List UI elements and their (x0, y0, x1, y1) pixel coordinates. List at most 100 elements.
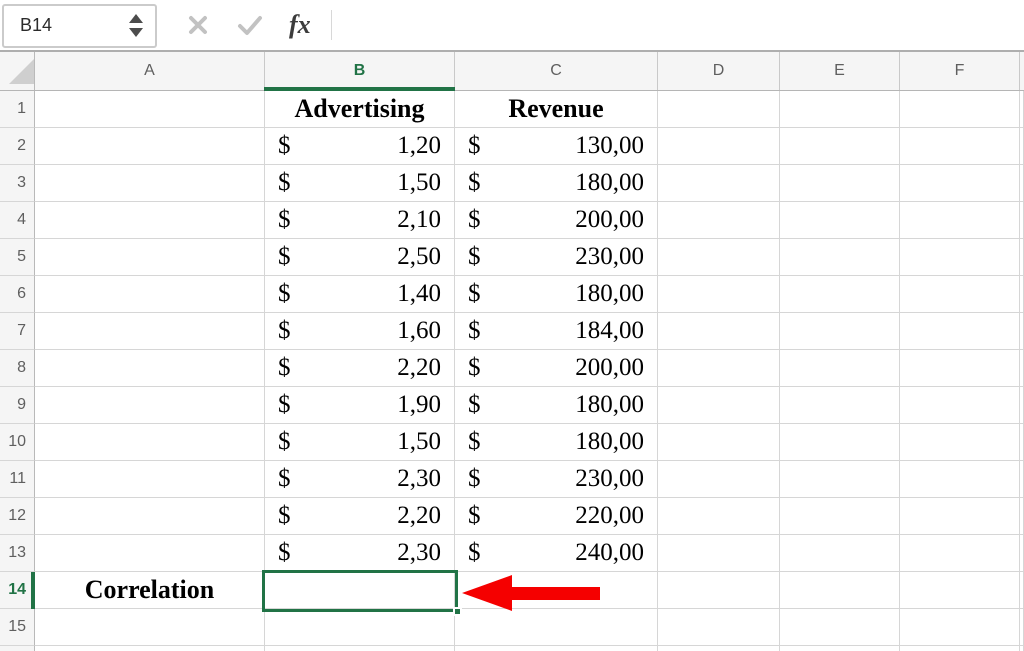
cell-d4[interactable] (658, 202, 780, 239)
cell-a13[interactable] (35, 535, 265, 572)
row-header-14[interactable]: 14 (0, 572, 35, 609)
cell-c13[interactable]: $240,00 (455, 535, 658, 572)
cell-f5[interactable] (900, 239, 1020, 276)
cell-c1[interactable]: Revenue (455, 91, 658, 128)
cell-b9[interactable]: $1,90 (265, 387, 455, 424)
row-header-5[interactable]: 5 (0, 239, 35, 276)
row-header-2[interactable]: 2 (0, 128, 35, 165)
cell-b11[interactable]: $2,30 (265, 461, 455, 498)
cell-d13[interactable] (658, 535, 780, 572)
cell-c8[interactable]: $200,00 (455, 350, 658, 387)
cell-f12[interactable] (900, 498, 1020, 535)
cell-d1[interactable] (658, 91, 780, 128)
cell-d7[interactable] (658, 313, 780, 350)
cell-c9[interactable]: $180,00 (455, 387, 658, 424)
cell-c2[interactable]: $130,00 (455, 128, 658, 165)
cell-c14[interactable] (455, 572, 658, 609)
insert-function-icon[interactable]: fx (289, 12, 311, 38)
cell-d9[interactable] (658, 387, 780, 424)
cell-d12[interactable] (658, 498, 780, 535)
cell-c5[interactable]: $230,00 (455, 239, 658, 276)
cell-a7[interactable] (35, 313, 265, 350)
cell-b2[interactable]: $1,20 (265, 128, 455, 165)
cell-e15[interactable] (780, 609, 900, 646)
cell-f7[interactable] (900, 313, 1020, 350)
cell-a2[interactable] (35, 128, 265, 165)
row-header-1[interactable]: 1 (0, 91, 35, 128)
row-header-3[interactable]: 3 (0, 165, 35, 202)
cell-a9[interactable] (35, 387, 265, 424)
spinner-down-icon[interactable] (129, 28, 143, 37)
cell-c4[interactable]: $200,00 (455, 202, 658, 239)
cell-e6[interactable] (780, 276, 900, 313)
row-header-7[interactable]: 7 (0, 313, 35, 350)
cell-a1[interactable] (35, 91, 265, 128)
cell-c12[interactable]: $220,00 (455, 498, 658, 535)
cell-c6[interactable]: $180,00 (455, 276, 658, 313)
column-header-b[interactable]: B (265, 52, 455, 90)
cell-c10[interactable]: $180,00 (455, 424, 658, 461)
spinner-up-icon[interactable] (129, 14, 143, 23)
cell-b6[interactable]: $1,40 (265, 276, 455, 313)
cell-f2[interactable] (900, 128, 1020, 165)
cell-f3[interactable] (900, 165, 1020, 202)
cell-f10[interactable] (900, 424, 1020, 461)
cell-b7[interactable]: $1,60 (265, 313, 455, 350)
row-header-12[interactable]: 12 (0, 498, 35, 535)
cell-f13[interactable] (900, 535, 1020, 572)
cell-e2[interactable] (780, 128, 900, 165)
row-header-8[interactable]: 8 (0, 350, 35, 387)
cell-f9[interactable] (900, 387, 1020, 424)
row-header-10[interactable]: 10 (0, 424, 35, 461)
cell-a5[interactable] (35, 239, 265, 276)
cell-a3[interactable] (35, 165, 265, 202)
cell-e14[interactable] (780, 572, 900, 609)
cell-b3[interactable]: $1,50 (265, 165, 455, 202)
cell-d14[interactable] (658, 572, 780, 609)
cell-f1[interactable] (900, 91, 1020, 128)
cell-d8[interactable] (658, 350, 780, 387)
cell-e1[interactable] (780, 91, 900, 128)
row-header-4[interactable]: 4 (0, 202, 35, 239)
cell-f15[interactable] (900, 609, 1020, 646)
name-box-spinner[interactable] (129, 14, 143, 37)
cell-b8[interactable]: $2,20 (265, 350, 455, 387)
column-header-e[interactable]: E (780, 52, 900, 90)
cell-d11[interactable] (658, 461, 780, 498)
cell-d3[interactable] (658, 165, 780, 202)
row-header-13[interactable]: 13 (0, 535, 35, 572)
cell-f8[interactable] (900, 350, 1020, 387)
cell-a4[interactable] (35, 202, 265, 239)
cell-e12[interactable] (780, 498, 900, 535)
cell-a12[interactable] (35, 498, 265, 535)
cell-b15[interactable] (265, 609, 455, 646)
cell-a15[interactable] (35, 609, 265, 646)
cell-c7[interactable]: $184,00 (455, 313, 658, 350)
cell-f11[interactable] (900, 461, 1020, 498)
cell-b13[interactable]: $2,30 (265, 535, 455, 572)
cell-e11[interactable] (780, 461, 900, 498)
cell-b12[interactable]: $2,20 (265, 498, 455, 535)
name-box[interactable]: B14 (2, 4, 157, 48)
cell-b5[interactable]: $2,50 (265, 239, 455, 276)
cell-d6[interactable] (658, 276, 780, 313)
cell-d10[interactable] (658, 424, 780, 461)
column-header-c[interactable]: C (455, 52, 658, 90)
cell-a8[interactable] (35, 350, 265, 387)
cell-e13[interactable] (780, 535, 900, 572)
cell-e8[interactable] (780, 350, 900, 387)
cell-f14[interactable] (900, 572, 1020, 609)
cell-e3[interactable] (780, 165, 900, 202)
row-header-11[interactable]: 11 (0, 461, 35, 498)
column-header-d[interactable]: D (658, 52, 780, 90)
cell-d2[interactable] (658, 128, 780, 165)
cell-b1[interactable]: Advertising (265, 91, 455, 128)
select-all-corner[interactable] (0, 52, 35, 90)
row-header-6[interactable]: 6 (0, 276, 35, 313)
cell-f4[interactable] (900, 202, 1020, 239)
cell-c3[interactable]: $180,00 (455, 165, 658, 202)
cell-a14[interactable]: Correlation (35, 572, 265, 609)
cell-e9[interactable] (780, 387, 900, 424)
confirm-icon[interactable] (237, 14, 263, 36)
cell-b4[interactable]: $2,10 (265, 202, 455, 239)
